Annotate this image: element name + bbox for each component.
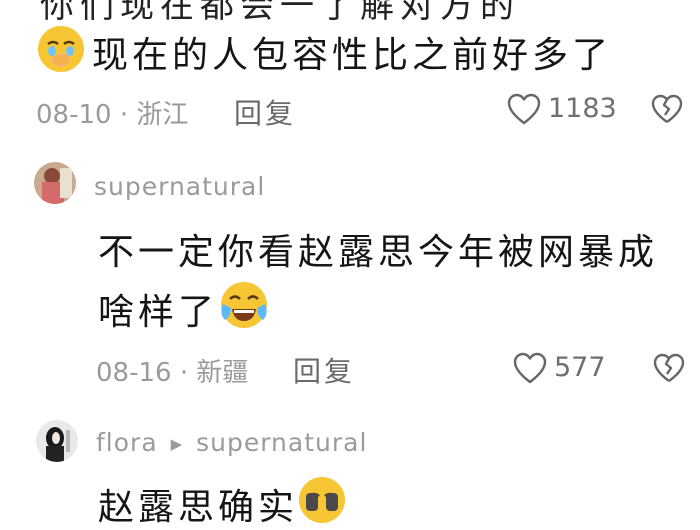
tears-of-joy-emoji [219, 280, 269, 330]
username[interactable]: flora [96, 428, 158, 457]
dislike-button[interactable] [652, 352, 686, 384]
avatar[interactable] [34, 162, 76, 204]
comment-date: 08-10 [36, 100, 112, 130]
comment-date: 08-16 [96, 358, 172, 388]
comment-text: 现在的人包容性比之前好多了 [92, 35, 613, 76]
comment-location: 浙江 [136, 100, 189, 130]
heart-icon [507, 93, 541, 125]
reply-to-username[interactable]: supernatural [196, 428, 367, 457]
comment-text-line1: 不一定你看赵露思今年被网暴成 [98, 232, 659, 273]
username[interactable]: supernatural [94, 172, 265, 201]
comment-text: 赵露思确实 [98, 487, 299, 528]
reply-header: flora ▶ supernatural [96, 428, 367, 457]
broken-heart-icon [653, 353, 685, 382]
meta-separator: · [119, 100, 129, 130]
reply-button[interactable]: 回复 [234, 92, 296, 132]
heart-icon [513, 352, 547, 384]
like-button[interactable] [512, 351, 548, 385]
comment-meta: 08-10 · 浙江 [36, 94, 188, 131]
comment-meta: 08-16 · 新疆 [96, 352, 248, 389]
crying-face-emoji [297, 475, 347, 525]
avatar[interactable] [36, 420, 78, 462]
reply-button[interactable]: 回复 [293, 350, 355, 390]
comment-location: 新疆 [196, 358, 249, 388]
like-count: 577 [554, 352, 606, 383]
dislike-button[interactable] [650, 93, 684, 125]
comment-text-line2: 啥样了 [98, 292, 219, 333]
reply-arrow-icon: ▶ [170, 435, 184, 453]
like-count: 1183 [548, 93, 617, 124]
comment-partial-line: 你们现在都会一了解对方的 [40, 0, 520, 26]
like-button[interactable] [506, 92, 542, 126]
crying-face-emoji [36, 24, 86, 74]
broken-heart-icon [651, 94, 683, 123]
meta-separator: · [179, 358, 189, 388]
